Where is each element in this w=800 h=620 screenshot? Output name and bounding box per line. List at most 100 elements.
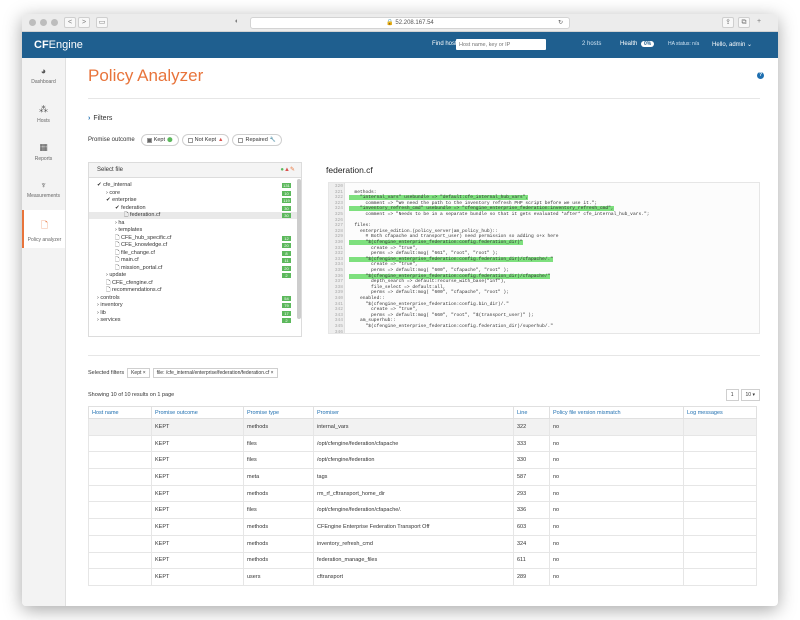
forward-button[interactable]: > (78, 17, 90, 28)
cell-line[interactable]: 293 (513, 484, 550, 503)
cell-line[interactable]: 611 (513, 551, 550, 570)
cell-line[interactable]: 603 (513, 518, 550, 536)
tree-node[interactable]: ✔ enterprise 119 (89, 197, 297, 204)
zoom-window-button[interactable] (51, 19, 58, 26)
table-row[interactable]: KEPT methods CFEngine Enterprise Federatio… (88, 518, 757, 536)
column-header-version-mismatch[interactable]: Policy file version mismatch (549, 406, 684, 419)
cell-line[interactable]: 289 (513, 568, 550, 586)
reload-icon[interactable]: ↻ (558, 18, 563, 29)
cell-promise-outcome: KEPT (151, 451, 244, 470)
cell-promiser: internal_vars (313, 418, 514, 436)
shield-icon[interactable]: ◐ (231, 17, 243, 28)
filters-toggle[interactable]: › Filters (88, 115, 112, 122)
repaired-checkbox[interactable] (238, 137, 244, 143)
tree-node-label: ✔ enterprise (106, 197, 137, 203)
cell-promise-outcome: KEPT (151, 551, 244, 570)
cell-line[interactable]: 324 (513, 534, 550, 553)
code-text: "$(cfengine_enterprise_federation:config… (349, 324, 553, 329)
tree-node[interactable]: 🗋 file_change.cf 8 (89, 250, 297, 257)
page-number-button[interactable]: 1 (725, 389, 739, 401)
table-row[interactable]: KEPT methods inventory_refresh_cmd 324 no (88, 534, 757, 553)
table-row[interactable]: KEPT files/opt/cfengine/federation 330 no (88, 451, 757, 470)
cell-promise-type: methods (243, 534, 314, 553)
sidebar-item-measurements[interactable]: ♆ Measurements (22, 172, 65, 210)
cell-line[interactable]: 587 (513, 468, 550, 486)
column-header-promise-outcome[interactable]: Promise outcome (151, 406, 244, 419)
tree-node[interactable]: 🗋 CFE_hub_specific.cf 12 (89, 235, 297, 242)
tree-node[interactable]: 🗋 main.cf 11 (89, 257, 297, 264)
table-row[interactable]: KEPT files/opt/cfengine/federation/cfapac… (88, 501, 757, 520)
sidebar-item-dashboard[interactable]: ◕ Dashboard (22, 58, 65, 96)
tree-node[interactable]: › lib 17 (89, 310, 297, 317)
table-row[interactable]: KEPT methods federation_manage_files 611 no (88, 551, 757, 570)
tree-node-count-badge: 8 (282, 250, 291, 256)
close-window-button[interactable] (29, 19, 36, 26)
outcome-not-kept-chip[interactable]: Not Kept ▲ (181, 134, 230, 146)
cell-line[interactable]: 322 (513, 418, 550, 436)
tree-node[interactable]: › inventory 79 (89, 302, 297, 309)
tree-node[interactable]: › ha (89, 220, 297, 227)
cell-line[interactable]: 330 (513, 451, 550, 470)
cell-line[interactable]: 333 (513, 434, 550, 453)
per-page-select[interactable]: 10 ▾ (740, 389, 760, 401)
back-button[interactable]: < (64, 17, 76, 28)
health-link[interactable]: Health 0% (620, 41, 655, 47)
hosts-count-link[interactable]: 2 hosts (582, 41, 601, 47)
column-header-host-name[interactable]: Host name (88, 406, 152, 419)
column-header-log-messages[interactable]: Log messages (683, 406, 757, 419)
outcome-repaired-chip[interactable]: Repaired 🔧 (232, 134, 283, 146)
sidebar-item-policy-analyzer[interactable]: 🗋 Policy analyzer (22, 210, 65, 248)
sidebar-item-label: Hosts (37, 118, 50, 124)
sidebar-item-reports[interactable]: ▦ Reports (22, 134, 65, 172)
cell-host-name (88, 518, 152, 536)
sidebar-toggle-icon[interactable]: ▭ (96, 17, 108, 28)
column-header-promise-type[interactable]: Promise type (243, 406, 314, 419)
table-row[interactable]: KEPT files/opt/cfengine/federation/cfapac… (88, 434, 757, 453)
file-tree-scrollbar[interactable] (297, 179, 301, 319)
tree-node-count-badge: 131 (282, 183, 291, 188)
user-menu[interactable]: Hello, admin ⌄ (712, 41, 752, 48)
hosts-icon: ⁂ (39, 104, 48, 114)
table-row[interactable]: KEPT users cftransport 289 no (88, 568, 757, 586)
cell-promise-outcome: KEPT (151, 468, 244, 486)
cfengine-logo[interactable]: CFEngine (34, 39, 83, 51)
url-text: 52.208.167.54 (395, 20, 434, 26)
find-host-input[interactable] (456, 39, 546, 50)
code-text: files: (349, 223, 372, 229)
tree-node[interactable]: › controls 54 (89, 295, 297, 302)
tabs-icon[interactable]: ⧉ (738, 17, 750, 28)
table-row[interactable]: KEPT methods internal_vars 322 no (88, 418, 757, 436)
tree-node[interactable]: ✔ federation 30 (89, 205, 297, 212)
sidebar-item-hosts[interactable]: ⁂ Hosts (22, 96, 65, 134)
tree-node[interactable]: › core 10 (89, 190, 297, 197)
cell-host-name (88, 501, 152, 520)
minimize-window-button[interactable] (40, 19, 47, 26)
cell-line[interactable]: 336 (513, 501, 550, 520)
code-text: comment => "Needs to be in a separate bu… (349, 212, 650, 217)
not-kept-checkbox[interactable] (187, 137, 193, 143)
tree-node[interactable]: 🗋 CFE_knowledge.cf 20 (89, 242, 297, 249)
tree-node[interactable]: 🗋 recommendations.cf (89, 287, 297, 294)
selected-filter-file[interactable]: file: /cfe_internal/enterprise/federatio… (152, 368, 278, 378)
column-header-promiser[interactable]: Promiser (313, 406, 514, 419)
tree-node[interactable]: › update 2 (89, 272, 297, 279)
column-header-line[interactable]: Line (513, 406, 550, 419)
outcome-kept-chip[interactable]: Kept ⬤ (140, 134, 179, 146)
address-bar[interactable]: 🔒 52.208.167.54 ↻ (250, 17, 570, 29)
help-icon[interactable]: ? (757, 72, 764, 79)
tree-node[interactable]: 🗋 mission_portal.cf 20 (89, 265, 297, 272)
code-viewer[interactable]: 320 321 methods: 322 "internal_vars" usebu… (328, 182, 760, 334)
tree-node[interactable]: 🗋 CFE_cfengine.cf (89, 280, 297, 287)
share-icon[interactable]: ⇪ (722, 17, 734, 28)
selected-filter-kept[interactable]: Kept × (127, 368, 150, 378)
kept-checkbox[interactable] (146, 137, 152, 143)
tree-node[interactable]: 🗋 federation.cf 30 (89, 212, 297, 219)
new-tab-icon[interactable]: + (754, 17, 764, 28)
tree-node-label: › inventory (97, 302, 123, 308)
table-row[interactable]: KEPT meta tags 587 no (88, 468, 757, 486)
tree-node[interactable]: › services 2 (89, 317, 297, 324)
tree-node[interactable]: ✔ cfe_internal 131 (89, 182, 297, 189)
tree-node[interactable]: › templates (89, 227, 297, 234)
cell-version-mismatch: no (549, 501, 684, 520)
table-row[interactable]: KEPT methods rm_rf_cftransport_home_dir 293… (88, 484, 757, 503)
